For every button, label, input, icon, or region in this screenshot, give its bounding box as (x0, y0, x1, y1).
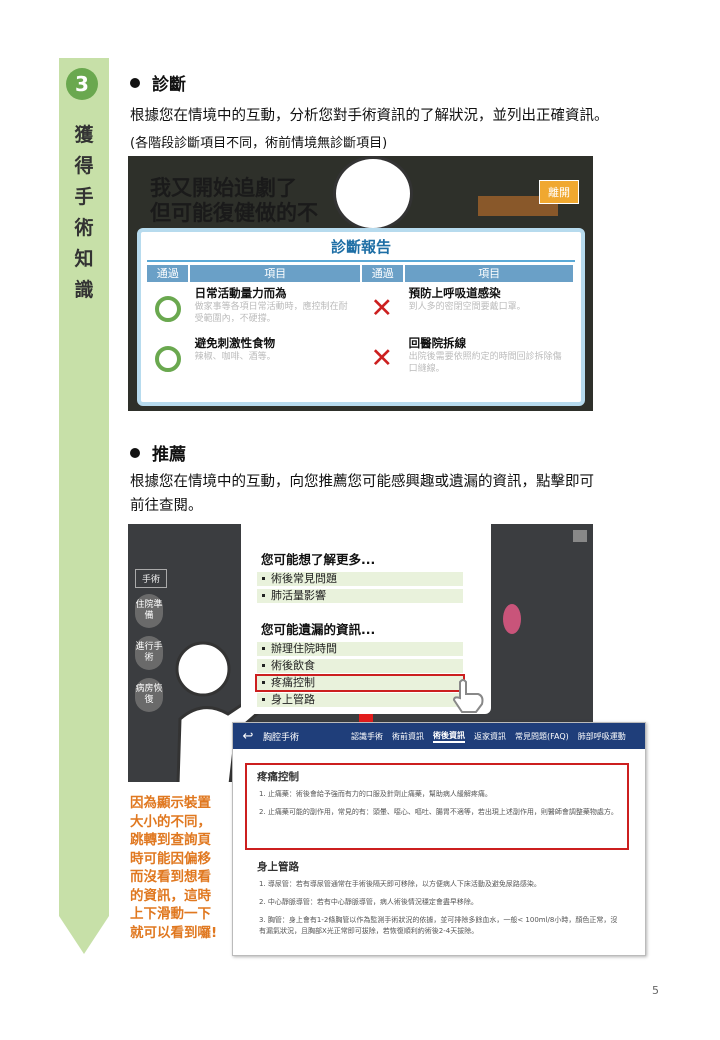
section-heading-recommend: 推薦 (130, 440, 186, 465)
leave-button[interactable]: 離開 (539, 180, 579, 204)
tab[interactable]: 返家資訊 (474, 731, 506, 742)
missed-link[interactable]: 辦理住院時間 (257, 642, 463, 656)
page-number: 5 (652, 984, 659, 997)
info-page-screenshot: ↩ 胸腔手術 認識手術 術前資訊 術後資訊 返家資訊 常見問題(FAQ) 肺部呼… (232, 722, 646, 956)
pain-item: 2. 止痛藥可能的副作用，常見的有：頭暈、噁心、嘔吐、腸胃不適等，若出現上述副作… (259, 808, 618, 816)
bullet-icon (130, 448, 140, 458)
missed-link[interactable]: 術後飲食 (257, 659, 463, 673)
scene-caption: 我又開始追劇了 但可能復健做的不 (150, 176, 318, 225)
section-heading-diagnosis: 診斷 (130, 70, 186, 95)
thought-bubble (333, 156, 413, 231)
speaker-icon[interactable] (573, 530, 587, 542)
report-row: 避免刺激性食物 辣椒、咖啡、酒等。 ✕ 回醫院拆線 出院後需要依照約定的時間回診拆除… (147, 335, 575, 382)
sidebar-tip (59, 916, 109, 954)
recommend-text: 根據您在情境中的互動，向您推薦您可能感興趣或遺漏的資訊，點擊即可 前往查閱。 (130, 474, 594, 514)
missed-link[interactable]: 身上管路 (257, 693, 463, 707)
report-title: 診斷報告 (147, 232, 575, 262)
back-arrow-icon[interactable]: ↩ (233, 729, 263, 744)
sidebar-title: 獲 得 手 術 知 識 (74, 124, 94, 301)
tube-item: 1. 導尿管：若有導尿管通常在手術後隔天即可移除，以方便病人下床活動及避免尿路感… (259, 880, 541, 888)
fail-cross-icon: ✕ (370, 293, 394, 324)
flower-decoration (503, 604, 521, 634)
nav-pill[interactable]: 住院準備 (135, 594, 163, 628)
tab[interactable]: 肺部呼吸運動 (578, 731, 626, 742)
diagnosis-screenshot: 我又開始追劇了 但可能復健做的不 離開 診斷報告 通過 項目 通過 項目 日常活動… (128, 156, 593, 411)
missed-heading: 您可能遺漏的資訊... (261, 622, 376, 637)
fail-cross-icon: ✕ (370, 343, 394, 374)
recommend-link[interactable]: 肺活量影響 (257, 589, 463, 603)
more-heading: 您可能想了解更多... (261, 552, 376, 567)
recommend-link[interactable]: 術後常見問題 (257, 572, 463, 586)
hand-pointer-icon (452, 679, 484, 713)
tube-item: 3. 胸管：身上會有1-2條胸管以作為監測手術狀況的依據，並可排除多餘血水，一般… (259, 916, 618, 935)
missed-link-highlighted[interactable]: 疼痛控制 (255, 674, 465, 692)
diagnosis-report: 診斷報告 通過 項目 通過 項目 日常活動量力而為 做家事等各項日常活動時，應控制… (137, 228, 585, 406)
tab[interactable]: 術前資訊 (392, 731, 424, 742)
tab[interactable]: 常見問題(FAQ) (515, 731, 569, 742)
orientation-note: 因為顯示裝置大小的不同，跳轉到查詢頁時可能因偏移而沒看到想看的資訊，這時上下滑動… (130, 795, 218, 941)
step-number-badge: 3 (66, 68, 98, 100)
pain-title: 疼痛控制 (257, 771, 299, 783)
tab[interactable]: 認識手術 (351, 731, 383, 742)
diagnosis-text: 根據您在情境中的互動，分析您對手術資訊的了解狀況，並列出正確資訊。 (130, 108, 609, 124)
tab-active[interactable]: 術後資訊 (433, 730, 465, 743)
report-header: 通過 項目 通過 項目 (147, 265, 575, 282)
pass-circle-icon (154, 295, 181, 322)
tube-title: 身上管路 (257, 861, 299, 873)
info-page-header: ↩ 胸腔手術 認識手術 術前資訊 術後資訊 返家資訊 常見問題(FAQ) 肺部呼… (233, 723, 645, 749)
pass-circle-icon (154, 345, 181, 372)
report-row: 日常活動量力而為 做家事等各項日常活動時，應控制在耐受範圍內，不硬撐。 ✕ 預防上… (147, 285, 575, 332)
tube-item: 2. 中心靜脈導管：若有中心靜脈導管，病人術後情況穩定會盡早移除。 (259, 898, 478, 906)
diagnosis-subtext: (各階段診斷項目不同，術前情境無診斷項目) (130, 136, 388, 151)
pain-item: 1. 止痛藥：術後會給予強而有力的口服及針劑止痛藥，幫助病人緩解疼痛。 (259, 790, 492, 798)
bullet-icon (130, 78, 140, 88)
